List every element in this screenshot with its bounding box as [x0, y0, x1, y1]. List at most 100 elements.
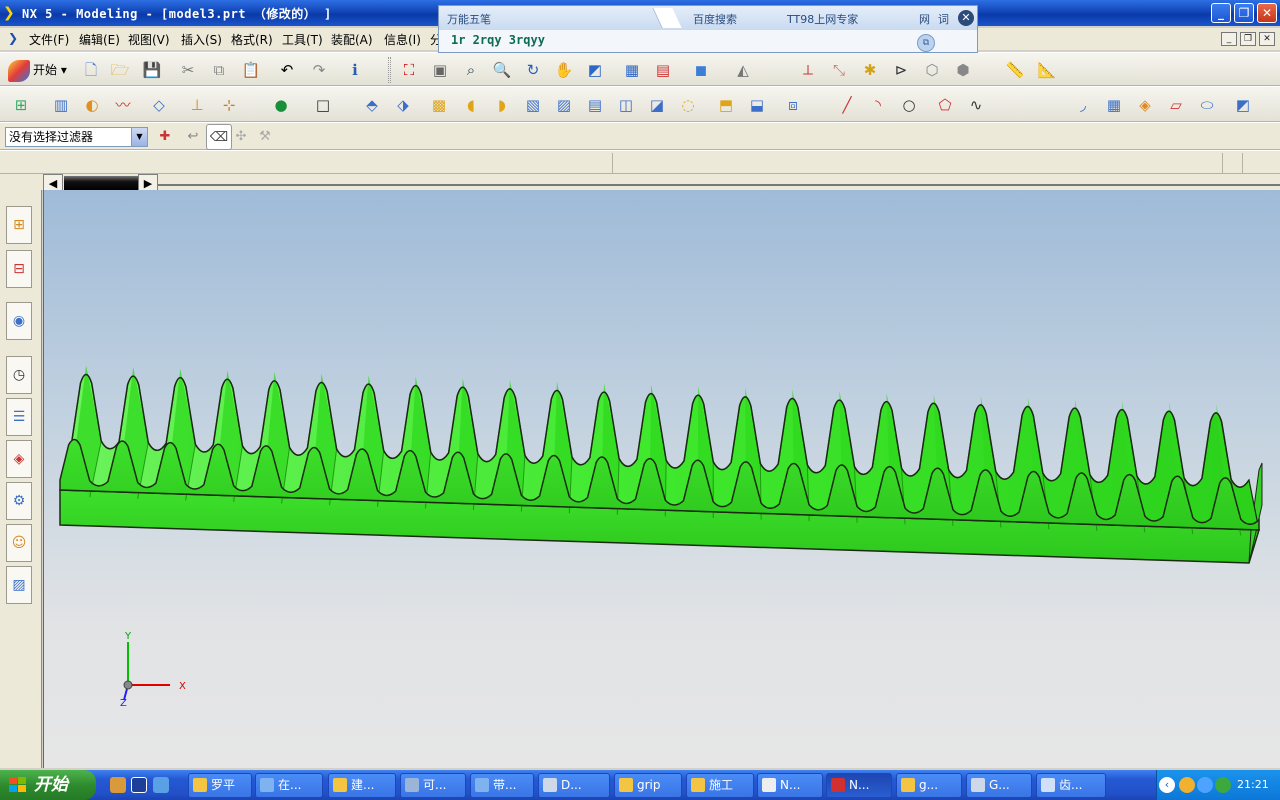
network-icon[interactable] [1197, 777, 1213, 793]
history-icon[interactable]: ◷ [6, 356, 32, 394]
extrude-icon[interactable]: ▥ [48, 92, 74, 118]
doc-restore-button[interactable]: ❐ [1240, 32, 1256, 46]
menu-file[interactable]: 文件(F) [29, 31, 69, 48]
rotate-icon[interactable]: ↻ [520, 57, 546, 83]
perspective-icon[interactable]: ◩ [582, 57, 608, 83]
wcs-orient-icon[interactable]: ⤡ [826, 57, 852, 83]
quickpick-icon[interactable]: ⚒ [252, 124, 278, 150]
ime-code-input[interactable]: 1r 2rqy 3rqyy [451, 33, 545, 47]
taskbar-button[interactable]: 在... [255, 773, 323, 798]
taskbar-button[interactable]: 可... [400, 773, 466, 798]
copy-icon[interactable]: ⧉ [206, 57, 232, 83]
model-canvas[interactable]: Y X Z [44, 190, 1280, 768]
menu-edit[interactable]: 编辑(E) [79, 31, 120, 48]
measure-distance-icon[interactable]: 📏 [1002, 57, 1028, 83]
start-button[interactable]: 开始 [0, 770, 96, 800]
datum-csys-icon[interactable]: ⊹ [216, 92, 242, 118]
edge-display-icon[interactable]: ◭ [730, 57, 756, 83]
line-icon[interactable]: ╱ [834, 92, 860, 118]
trim-body-icon[interactable]: ⬓ [744, 92, 770, 118]
arc-icon[interactable]: ◝ [865, 92, 891, 118]
close-button[interactable]: ✕ [1257, 3, 1277, 23]
chevron-down-icon[interactable]: ▼ [131, 128, 147, 146]
surface-icon[interactable]: ◞ [1070, 92, 1096, 118]
taskbar-button[interactable]: 带... [470, 773, 534, 798]
maximize-button[interactable]: ❐ [1234, 3, 1254, 23]
wcs-icon[interactable]: ⟂ [795, 57, 821, 83]
snap-point-icon[interactable]: ⊳ [888, 57, 914, 83]
taskbar-button[interactable]: N... [757, 773, 823, 798]
system-scenes-icon[interactable]: ▨ [6, 566, 32, 604]
pocket-icon[interactable]: ◗ [489, 92, 515, 118]
undo-icon[interactable]: ↶ [274, 57, 300, 83]
save-icon[interactable]: 💾 [139, 57, 165, 83]
edge-blend-icon[interactable]: ◌ [675, 92, 701, 118]
circle-icon[interactable]: ○ [896, 92, 922, 118]
layers-visible-icon[interactable]: ▤ [650, 57, 676, 83]
revolve-icon[interactable]: ◐ [79, 92, 105, 118]
menu-information[interactable]: 信息(I) [384, 31, 421, 48]
graphics-window[interactable]: Y X Z [43, 190, 1280, 768]
minimize-button[interactable]: _ [1211, 3, 1231, 23]
shaded-cube-icon[interactable]: ◼ [688, 57, 714, 83]
type-filter-dropdown[interactable]: 没有选择过滤器 ▼ [5, 127, 148, 147]
offset-surface-icon[interactable]: ◩ [1230, 92, 1256, 118]
taskbar-button[interactable]: 施工 [686, 773, 754, 798]
sketch-icon[interactable]: ⊞ [8, 92, 34, 118]
datum-plane-icon[interactable]: ◇ [146, 92, 172, 118]
taskbar-button[interactable]: D... [538, 773, 610, 798]
new-file-icon[interactable]: 🗋 [78, 57, 104, 83]
boss-icon[interactable]: ◖ [458, 92, 484, 118]
quicklaunch-app-icon[interactable] [110, 777, 126, 793]
ime-copy-icon[interactable]: ⧉ [917, 34, 935, 52]
ime-baidu-search[interactable]: 百度搜索 [693, 11, 737, 27]
ime-close-icon[interactable]: ✕ [958, 10, 974, 26]
paste-icon[interactable]: 📋 [238, 57, 264, 83]
ime-ci-button[interactable]: 词 [938, 11, 949, 27]
selection-scope-icon[interactable]: ✚ [152, 124, 178, 150]
through-curves-icon[interactable]: ◈ [1132, 92, 1158, 118]
pad-icon[interactable]: ▧ [520, 92, 546, 118]
rectangle-icon[interactable]: □ [310, 92, 336, 118]
part-navigator-icon[interactable]: ⊟ [6, 250, 32, 288]
ime-name[interactable]: 万能五笔 [447, 11, 491, 27]
zoom-window-icon[interactable]: ⌕ [458, 57, 484, 83]
taskbar-button[interactable]: G... [966, 773, 1032, 798]
taskbar-button[interactable]: 罗平 [188, 773, 252, 798]
taskbar-button[interactable]: 齿... [1036, 773, 1106, 798]
layer-settings-icon[interactable]: ▦ [619, 57, 645, 83]
shell-icon[interactable]: ◫ [613, 92, 639, 118]
datum-axis-icon[interactable]: ⊥ [184, 92, 210, 118]
instance-icon[interactable]: ◪ [644, 92, 670, 118]
taskbar-button[interactable]: N... [826, 773, 892, 798]
slot-icon[interactable]: ▨ [551, 92, 577, 118]
qq-icon[interactable] [1179, 777, 1195, 793]
taskbar-button[interactable]: grip [614, 773, 682, 798]
redo-icon[interactable]: ↷ [306, 57, 332, 83]
menu-format[interactable]: 格式(R) [231, 31, 273, 48]
swept-surface-icon[interactable]: ⬭ [1194, 92, 1220, 118]
sphere-icon[interactable]: ⬗ [390, 92, 416, 118]
point-icon[interactable]: ● [268, 92, 294, 118]
menu-nx-icon[interactable]: ❯ [8, 31, 18, 45]
doc-close-button[interactable]: ✕ [1259, 32, 1275, 46]
ime-wang-button[interactable]: 网 [919, 11, 930, 27]
menu-assemblies[interactable]: 装配(A) [331, 31, 373, 48]
process-studio-icon[interactable]: ⚙ [6, 482, 32, 520]
menu-tools[interactable]: 工具(T) [282, 31, 323, 48]
menu-view[interactable]: 视图(V) [128, 31, 170, 48]
selection-info-icon[interactable]: ℹ [342, 57, 368, 83]
toolbar-grip[interactable] [388, 57, 391, 83]
quicklaunch-browser-icon[interactable] [153, 777, 169, 793]
reuse-library-icon[interactable]: ☰ [6, 398, 32, 436]
security-shield-icon[interactable] [1215, 777, 1231, 793]
hole-icon[interactable]: ▩ [426, 92, 452, 118]
taskbar-button[interactable]: g... [896, 773, 962, 798]
ruled-icon[interactable]: ▱ [1163, 92, 1189, 118]
cut-icon[interactable]: ✂ [175, 57, 201, 83]
sweep-icon[interactable]: 〰 [110, 92, 136, 118]
zoom-box-icon[interactable]: ▣ [427, 57, 453, 83]
zoom-in-icon[interactable]: 🔍 [489, 57, 515, 83]
groove-icon[interactable]: ▤ [582, 92, 608, 118]
snap-back-icon[interactable]: ↩ [180, 124, 206, 150]
